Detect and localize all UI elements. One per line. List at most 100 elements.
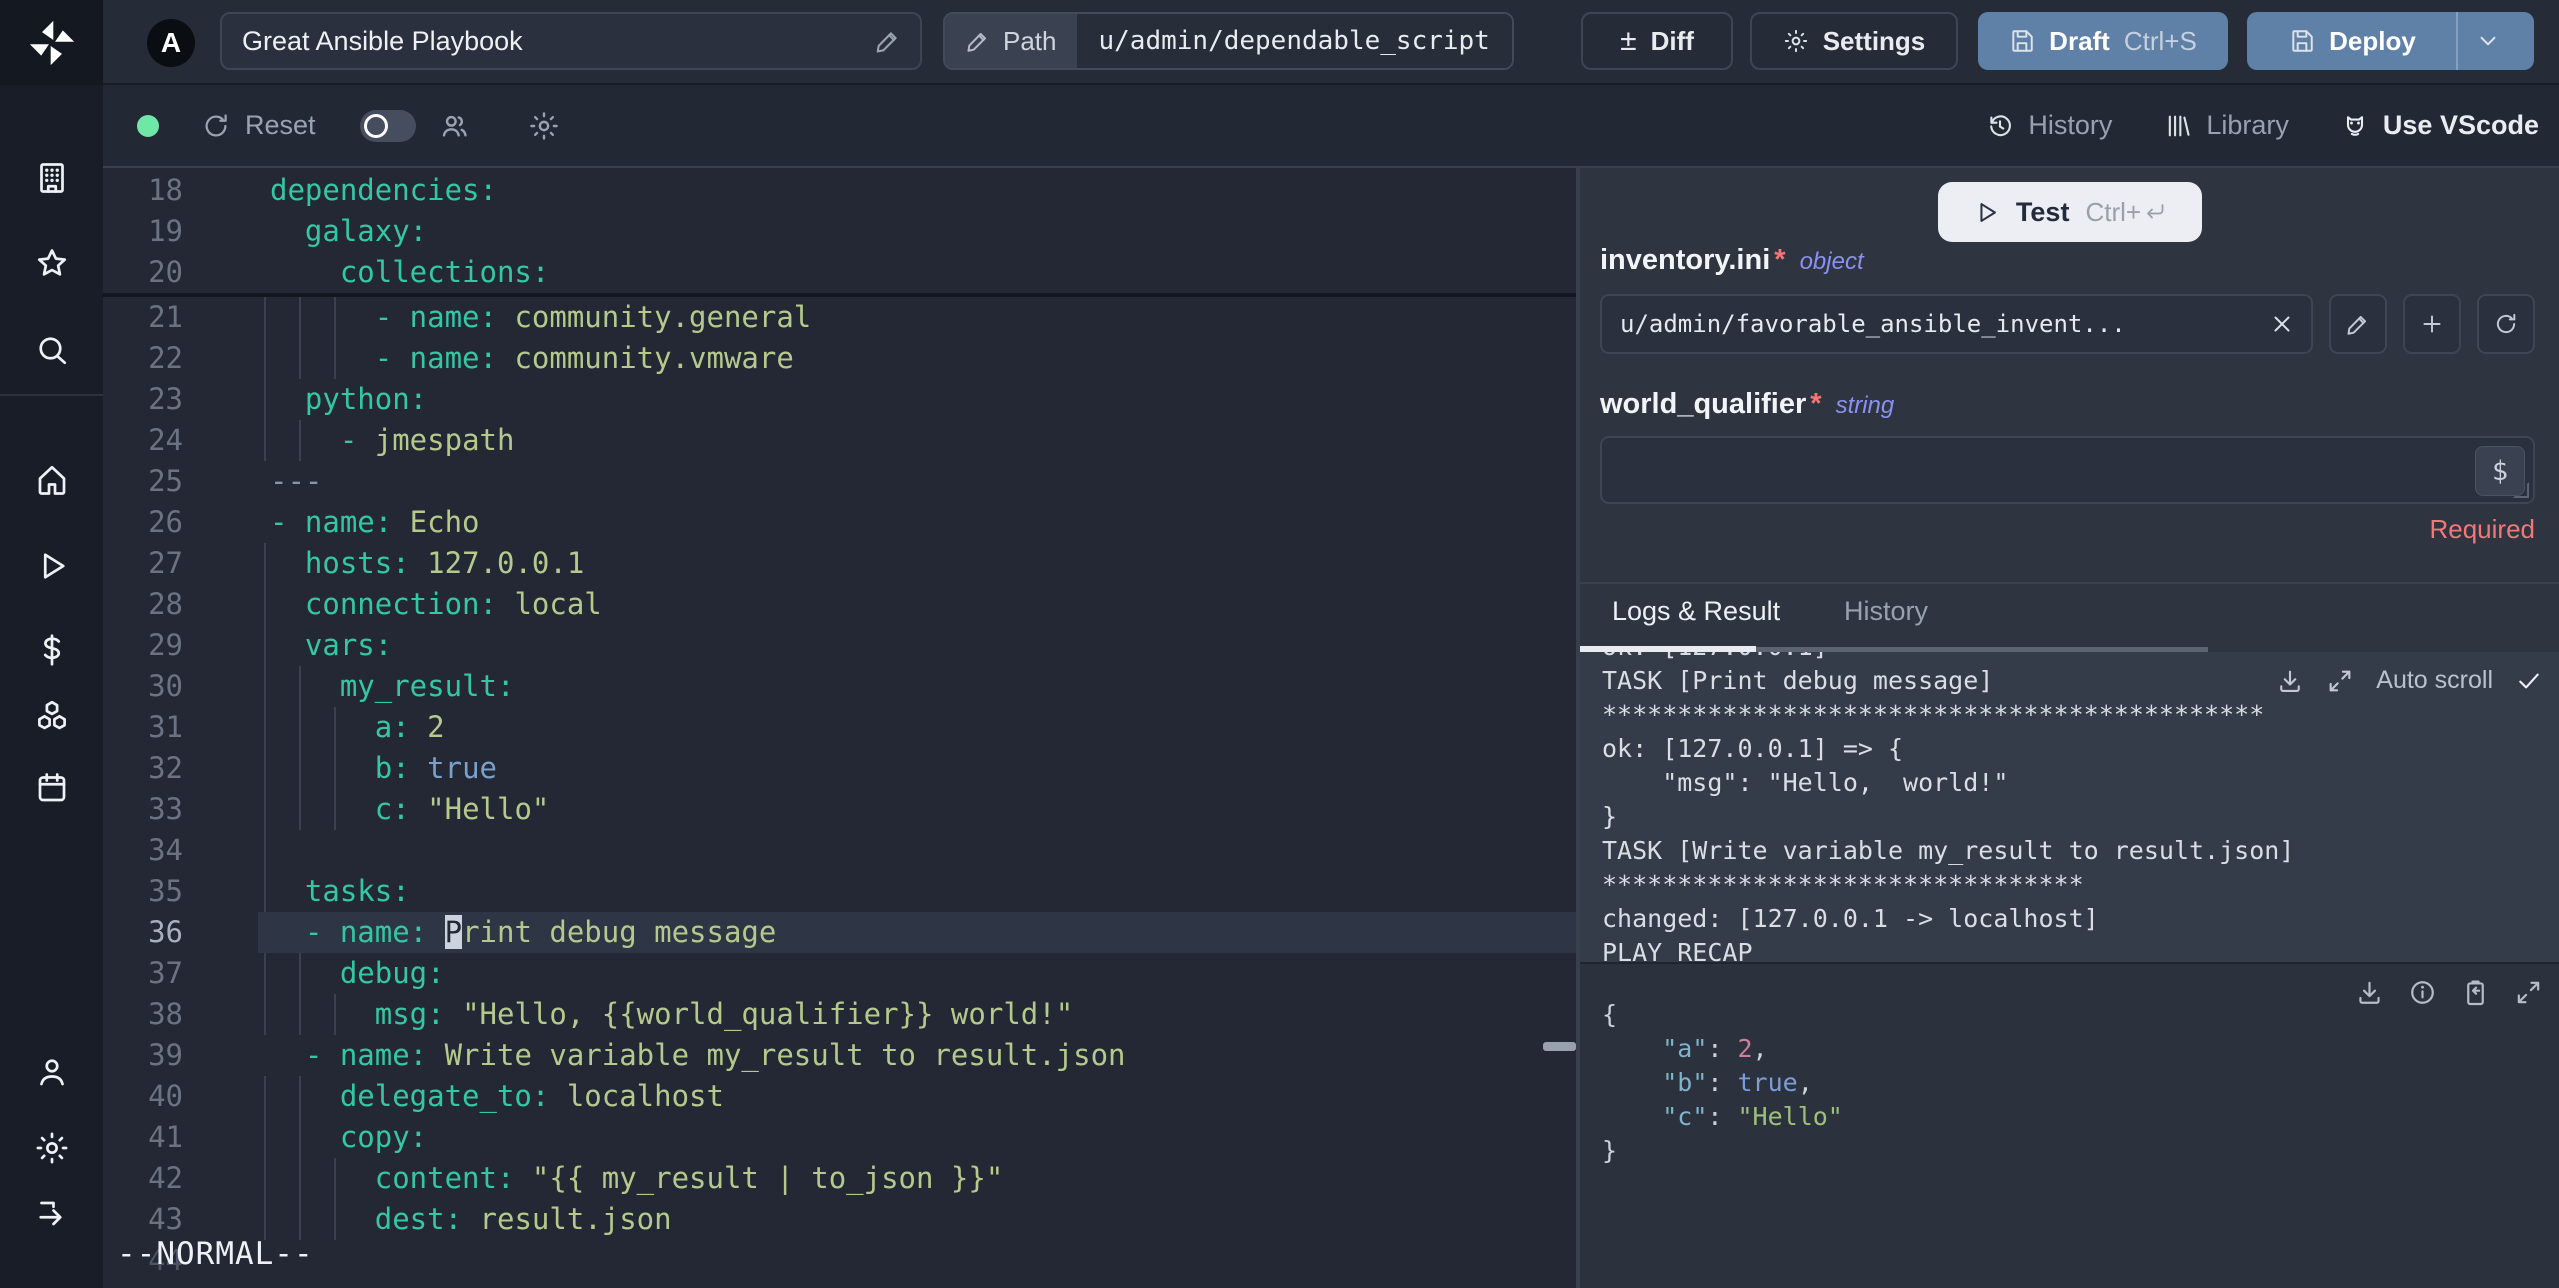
code-text: b: true — [270, 751, 497, 785]
panel-divider — [1580, 582, 2559, 584]
search-icon — [34, 332, 70, 368]
code-line[interactable]: 44 — [103, 1240, 1576, 1281]
code-line[interactable]: 39 - name: Write variable my_result to r… — [103, 1035, 1576, 1076]
code-line[interactable]: 30 my_result: — [103, 666, 1576, 707]
add-resource-button[interactable] — [2403, 294, 2461, 354]
sidebar-item-play[interactable] — [0, 538, 103, 594]
code-line[interactable]: 23 python: — [103, 379, 1576, 420]
inventory-resource-field[interactable] — [1600, 294, 2313, 354]
use-vscode-button[interactable]: Use VScode — [2341, 110, 2539, 141]
indent-guide — [264, 707, 266, 748]
clear-icon[interactable] — [2269, 311, 2295, 337]
reset-button[interactable]: Reset — [201, 110, 316, 141]
users-icon[interactable] — [438, 110, 470, 142]
sidebar-item-boxes[interactable] — [0, 688, 103, 744]
edit-title-pencil-icon[interactable] — [874, 27, 902, 55]
code-line[interactable]: 29 vars: — [103, 625, 1576, 666]
path-value[interactable]: u/admin/dependable_script — [1076, 14, 1512, 68]
dollar-label: $ — [2491, 455, 2509, 487]
code-text: vars: — [270, 628, 393, 662]
line-number: 31 — [148, 710, 183, 744]
code-line[interactable]: 28 connection: local — [103, 584, 1576, 625]
code-line[interactable]: 22 - name: community.vmware — [103, 338, 1576, 379]
sidebar-item-star[interactable] — [0, 236, 103, 292]
sidebar-item-building[interactable] — [0, 150, 103, 206]
assistant-toggle[interactable] — [359, 109, 416, 142]
code-line[interactable]: 41 copy: — [103, 1117, 1576, 1158]
code-editor[interactable]: 18 dependencies: 19 galaxy: 20 collections:… — [103, 168, 1576, 1288]
code-line[interactable]: 38 msg: "Hello, {{world_qualifier}} worl… — [103, 994, 1576, 1035]
code-line[interactable]: 31 a: 2 — [103, 707, 1576, 748]
sticky-code-line[interactable]: 19 galaxy: — [103, 211, 1576, 252]
code-line[interactable]: 21 - name: community.general — [103, 297, 1576, 338]
download-result-icon[interactable] — [2355, 978, 2384, 1007]
sidebar-item-gear[interactable] — [0, 1120, 103, 1176]
library-button[interactable]: Library — [2164, 110, 2289, 141]
library-label: Library — [2206, 110, 2289, 140]
script-title-field[interactable] — [220, 12, 922, 70]
code-line[interactable]: 24 - jmespath — [103, 420, 1576, 461]
line-number: 37 — [148, 956, 183, 990]
world-qualifier-textarea[interactable] — [1602, 438, 2533, 502]
code-line[interactable]: 36 - name: Print debug message — [103, 912, 1576, 953]
expand-result-icon[interactable] — [2514, 978, 2543, 1007]
sidebar-item-expand-arrow[interactable] — [0, 1184, 103, 1240]
edit-resource-button[interactable] — [2329, 294, 2387, 354]
editor-settings-gear-icon[interactable] — [528, 110, 560, 142]
log-output[interactable]: ok: [127.0.0.1]TASK [Print debug message… — [1580, 652, 2559, 962]
sidebar-item-dollar[interactable] — [0, 622, 103, 678]
code-text: copy: — [270, 1120, 428, 1154]
code-line[interactable]: 43 dest: result.json — [103, 1199, 1576, 1240]
deploy-options-button[interactable] — [2455, 12, 2518, 70]
vim-block-cursor: P — [444, 915, 463, 949]
code-line[interactable]: 37 debug: — [103, 953, 1576, 994]
code-line[interactable]: 34 — [103, 830, 1576, 871]
sidebar-item-search[interactable] — [0, 322, 103, 378]
diff-button[interactable]: ± Diff — [1581, 12, 1733, 70]
sidebar-item-calendar[interactable] — [0, 760, 103, 816]
tab-logs-result[interactable]: Logs & Result — [1612, 596, 1780, 627]
path-label-cell[interactable]: Path — [945, 14, 1077, 68]
log-line: ok: [127.0.0.1] — [1602, 652, 2559, 664]
deploy-button[interactable]: Deploy — [2263, 12, 2442, 70]
script-title-input[interactable] — [222, 25, 874, 57]
inventory-resource-input[interactable] — [1602, 310, 2269, 338]
path-field[interactable]: Path u/admin/dependable_script — [943, 12, 1514, 70]
save-icon — [2009, 28, 2035, 54]
history-button[interactable]: History — [1986, 110, 2112, 141]
code-line[interactable]: 25 --- — [103, 461, 1576, 502]
plus-minus-icon: ± — [1620, 24, 1637, 57]
code-line[interactable]: 32 b: true — [103, 748, 1576, 789]
windmill-logo[interactable] — [0, 0, 103, 85]
line-number: 43 — [148, 1202, 183, 1236]
tab-history[interactable]: History — [1844, 596, 1928, 627]
code-line[interactable]: 40 delegate_to: localhost — [103, 1076, 1576, 1117]
pane-divider[interactable] — [1576, 85, 1580, 1288]
code-line[interactable]: 35 tasks: — [103, 871, 1576, 912]
info-icon[interactable] — [2408, 978, 2437, 1007]
result-toolbar — [2355, 978, 2543, 1007]
expand-log-icon[interactable] — [2326, 667, 2354, 695]
variable-picker-button[interactable]: $ — [2475, 446, 2525, 496]
indent-guide — [264, 789, 266, 830]
required-asterisk: * — [1810, 388, 1822, 420]
refresh-resource-button[interactable] — [2477, 294, 2535, 354]
test-button[interactable]: Test Ctrl+ — [1938, 182, 2202, 242]
draft-button[interactable]: Draft Ctrl+S — [1978, 12, 2228, 70]
sidebar-item-home[interactable] — [0, 452, 103, 508]
settings-button[interactable]: Settings — [1750, 12, 1958, 70]
pane-resize-handle[interactable] — [1543, 1042, 1576, 1051]
sticky-code-line[interactable]: 20 collections: — [103, 252, 1576, 293]
boxes-icon — [34, 698, 70, 734]
indent-guide — [264, 338, 266, 379]
copy-result-icon[interactable] — [2461, 978, 2490, 1007]
star-icon — [34, 246, 70, 282]
check-icon[interactable] — [2515, 667, 2543, 695]
code-line[interactable]: 26 - name: Echo — [103, 502, 1576, 543]
download-log-icon[interactable] — [2276, 667, 2304, 695]
code-line[interactable]: 42 content: "{{ my_result | to_json }}" — [103, 1158, 1576, 1199]
sticky-code-line[interactable]: 18 dependencies: — [103, 170, 1576, 211]
code-line[interactable]: 27 hosts: 127.0.0.1 — [103, 543, 1576, 584]
sidebar-item-person[interactable] — [0, 1044, 103, 1100]
code-line[interactable]: 33 c: "Hello" — [103, 789, 1576, 830]
